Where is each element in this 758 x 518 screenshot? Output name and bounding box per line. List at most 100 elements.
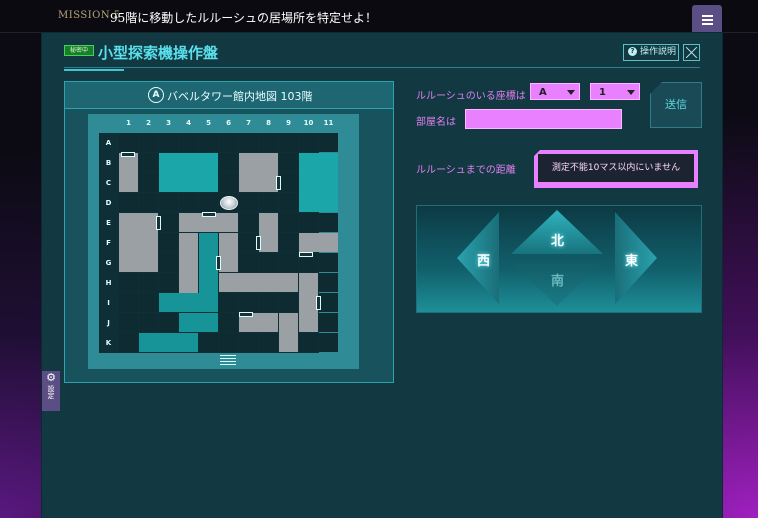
map-cell bbox=[159, 213, 178, 232]
map-door bbox=[239, 312, 253, 317]
coord-column-select[interactable]: A bbox=[530, 83, 580, 100]
map-column-label: 11 bbox=[323, 119, 334, 127]
settings-label: 設定 bbox=[47, 385, 55, 399]
help-label: 操作説明 bbox=[640, 47, 677, 57]
chevron-down-icon bbox=[627, 90, 635, 95]
map-cell bbox=[319, 273, 338, 292]
map-cell bbox=[239, 333, 258, 352]
map-cell bbox=[119, 333, 138, 352]
map-row-label: G bbox=[105, 259, 112, 267]
map-door bbox=[216, 256, 221, 270]
map-cell bbox=[219, 333, 238, 352]
map-column-label: 10 bbox=[303, 119, 314, 127]
hamburger-icon bbox=[702, 15, 713, 17]
distance-label: ルルーシュまでの距離 bbox=[416, 165, 516, 176]
map-cell bbox=[299, 133, 318, 152]
map-room bbox=[119, 213, 158, 272]
map-cell bbox=[239, 293, 258, 312]
map-door bbox=[316, 296, 321, 310]
map-column-label: 9 bbox=[286, 119, 291, 127]
map-cell bbox=[139, 173, 158, 192]
settings-button[interactable]: ⚙ 設定 bbox=[42, 371, 60, 411]
map-cell bbox=[199, 333, 218, 352]
map-cell bbox=[199, 133, 218, 152]
map-cell bbox=[119, 293, 138, 312]
map-cell bbox=[219, 293, 238, 312]
map-column-label: 4 bbox=[186, 119, 191, 127]
map-cell bbox=[259, 333, 278, 352]
help-button[interactable]: ? 操作説明 bbox=[623, 44, 679, 61]
stairs-icon bbox=[220, 355, 236, 367]
status-badge: 秘密中 bbox=[64, 45, 94, 56]
map-cell bbox=[119, 313, 138, 332]
room-label: 部屋名は bbox=[416, 117, 456, 128]
help-icon: ? bbox=[628, 47, 637, 56]
north-label: 北 bbox=[551, 234, 565, 249]
map-cell bbox=[279, 233, 298, 252]
map-cell bbox=[279, 253, 298, 272]
map-cell bbox=[139, 193, 158, 212]
send-button[interactable]: 送信 bbox=[650, 82, 702, 128]
gear-icon: ⚙ bbox=[46, 371, 56, 384]
map-cell bbox=[239, 213, 258, 232]
map-cell bbox=[139, 293, 158, 312]
map-column-label: 2 bbox=[146, 119, 151, 127]
map-column-label: 1 bbox=[126, 119, 131, 127]
south-label: 南 bbox=[551, 274, 565, 289]
map-cell bbox=[159, 313, 178, 332]
map-cell bbox=[259, 133, 278, 152]
map-cell bbox=[239, 133, 258, 152]
map-room bbox=[139, 333, 198, 352]
map-row-label: E bbox=[106, 219, 111, 227]
mission-title: 95階に移動したルルーシュの居場所を特定せよ！ bbox=[110, 11, 378, 25]
map-cell bbox=[319, 313, 338, 332]
map-cell bbox=[199, 193, 218, 212]
map-room bbox=[279, 313, 298, 352]
map-door bbox=[276, 176, 281, 190]
map-cell bbox=[279, 173, 298, 192]
east-label: 東 bbox=[625, 254, 639, 269]
map-cell bbox=[279, 133, 298, 152]
map-door bbox=[256, 236, 261, 250]
map-row-label: A bbox=[105, 139, 112, 147]
room-name-input[interactable] bbox=[465, 109, 622, 129]
map-cell bbox=[179, 193, 198, 212]
distance-readout: 測定不能10マス以内にいません bbox=[538, 154, 694, 182]
close-button[interactable] bbox=[683, 44, 700, 61]
map-row-label: H bbox=[105, 279, 112, 287]
map-cell bbox=[279, 213, 298, 232]
babel-logo-icon: A bbox=[148, 87, 164, 103]
map-row-label: J bbox=[107, 319, 110, 327]
map-row-label: F bbox=[106, 239, 111, 247]
title-accent bbox=[64, 69, 124, 71]
map-cell bbox=[319, 293, 338, 312]
map-cell bbox=[239, 253, 258, 272]
map-cell bbox=[319, 133, 338, 152]
panel-title: 小型探索機操作盤 bbox=[98, 44, 219, 62]
map-cell bbox=[159, 253, 178, 272]
map-cell bbox=[159, 193, 178, 212]
map-row-label: B bbox=[105, 159, 112, 167]
map-cell bbox=[159, 233, 178, 252]
map-column-label: 6 bbox=[226, 119, 231, 127]
map-cell bbox=[159, 133, 178, 152]
map-header: A バベルタワー館内地図 103階 bbox=[65, 82, 393, 109]
top-bar: MISSION 5 95階に移動したルルーシュの居場所を特定せよ！ bbox=[0, 0, 758, 33]
map-door bbox=[202, 212, 216, 217]
map-cell bbox=[219, 133, 238, 152]
coord-row-value: 1 bbox=[599, 87, 606, 98]
map-title: バベルタワー館内地図 103階 bbox=[167, 90, 313, 103]
map-cell bbox=[299, 333, 318, 352]
coord-row-select[interactable]: 1 bbox=[590, 83, 640, 100]
map-cell bbox=[219, 153, 238, 172]
menu-button[interactable] bbox=[692, 5, 722, 33]
map-cell bbox=[259, 253, 278, 272]
map-row-label: C bbox=[105, 179, 112, 187]
map-cell bbox=[279, 293, 298, 312]
map-cell bbox=[319, 333, 338, 352]
map-room bbox=[299, 153, 338, 212]
map-cell bbox=[159, 273, 178, 292]
map-door bbox=[299, 252, 313, 257]
map-cell bbox=[239, 193, 258, 212]
map-row-label: K bbox=[105, 339, 112, 347]
